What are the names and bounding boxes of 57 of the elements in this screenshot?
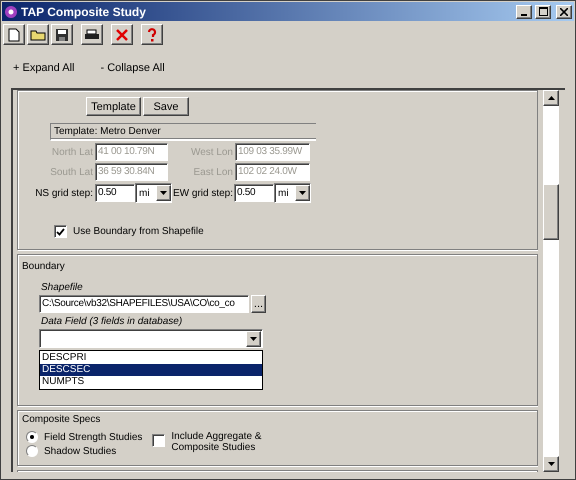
up-arrow-icon — [548, 96, 554, 100]
window-title: TAP Composite Study — [21, 4, 147, 18]
coordinate-label: West Lon — [190, 146, 234, 158]
minimize-icon — [521, 14, 527, 16]
caret-icon — [160, 191, 167, 195]
toolbar-button[interactable] — [27, 24, 49, 45]
caret-icon — [299, 191, 306, 195]
close-icon — [560, 8, 568, 16]
toolbar-button[interactable] — [81, 24, 103, 45]
toolbar-button[interactable] — [3, 24, 25, 45]
grid-step-field[interactable]: 0.50 — [234, 184, 274, 202]
grid-step-field[interactable]: 0.50 — [95, 184, 135, 202]
help-icon — [147, 28, 157, 42]
browse-button[interactable]: ... — [251, 295, 266, 313]
toolbar-button[interactable] — [111, 24, 133, 45]
close-button[interactable] — [556, 4, 572, 18]
maximize-icon — [538, 7, 548, 16]
toolbar-button[interactable] — [51, 24, 73, 45]
outline-link[interactable]: - Collapse All — [100, 62, 165, 88]
shapefile-field[interactable]: C:\Source\vb32\SHAPEFILES\USA\CO\co_co — [39, 295, 249, 313]
push-button[interactable]: Template — [86, 97, 141, 116]
vertical-scrollbar[interactable] — [542, 90, 559, 472]
coordinate-label: North Lat — [50, 146, 94, 158]
toolbar-button[interactable] — [141, 24, 163, 45]
close-icon — [115, 28, 129, 42]
scroll-up-button[interactable] — [543, 90, 559, 106]
caret-icon — [250, 336, 257, 340]
grid-step-label: EW grid step: — [173, 188, 234, 198]
field-label: Shapefile — [40, 281, 84, 295]
section-title: Boundary — [21, 260, 66, 272]
field-label: Data Field (3 fields in database) — [40, 315, 184, 329]
document-icon — [8, 28, 20, 42]
folder-icon — [30, 28, 46, 40]
unit-select[interactable]: mi — [135, 183, 172, 203]
maximize-button[interactable] — [535, 4, 551, 18]
printer-icon — [84, 28, 100, 40]
coordinate-label: East Lon — [192, 166, 234, 178]
use-boundary-checkbox[interactable]: Use Boundary from Shapefile — [54, 225, 204, 238]
coordinate-label: South Lat — [49, 166, 94, 178]
data-field-combo[interactable] — [39, 329, 263, 348]
radio-dot-icon — [30, 435, 34, 439]
push-button[interactable]: Save — [143, 97, 189, 116]
study-type-radio[interactable]: Shadow Studies — [26, 445, 142, 457]
checkmark-icon — [56, 228, 65, 236]
unit-select[interactable]: mi — [274, 183, 311, 203]
scroll-thumb[interactable] — [543, 184, 559, 240]
minimize-button[interactable] — [516, 4, 532, 18]
dropdown-option[interactable]: DESCSEC — [40, 364, 262, 376]
scroll-down-button[interactable] — [543, 456, 559, 472]
include-aggregate-checkbox[interactable]: Include Aggregate & Composite Studies — [152, 431, 282, 457]
grid-step-label: NS grid step: — [34, 188, 94, 198]
down-arrow-icon — [548, 462, 554, 466]
outline-link[interactable]: + Expand All — [13, 62, 74, 88]
section-title: Composite Specs — [21, 413, 102, 425]
app-logo-icon — [4, 4, 18, 18]
study-type-radio[interactable]: Field Strength Studies — [26, 431, 142, 443]
template-label: Template: Metro Denver — [50, 123, 316, 141]
